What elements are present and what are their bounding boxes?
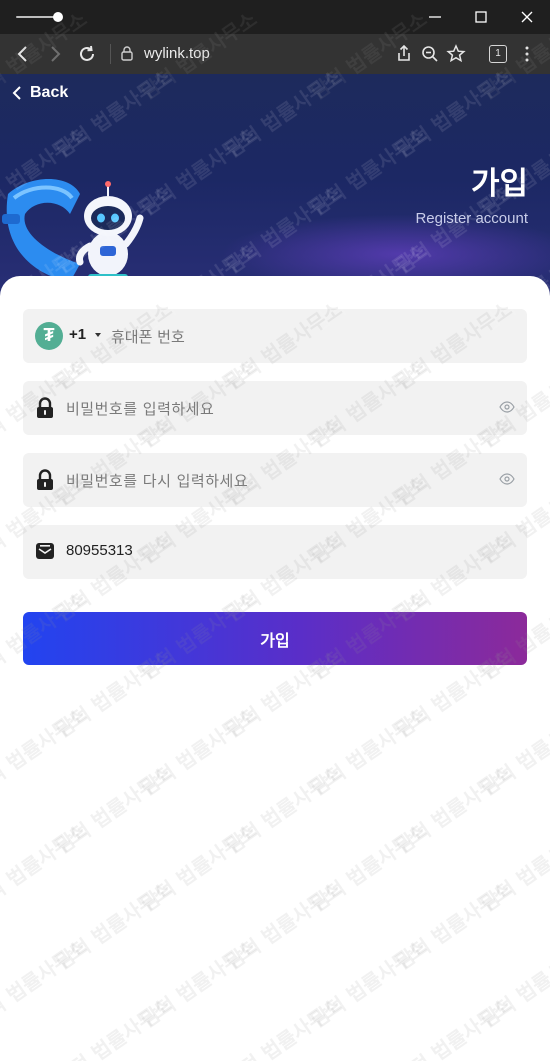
country-code-selector[interactable]: +1 <box>69 326 86 343</box>
confirm-password-field[interactable]: 비밀번호를 다시 입력하세요 <box>23 453 527 507</box>
phone-placeholder[interactable]: 휴대폰 번호 <box>111 326 185 347</box>
zoom-slider-knob[interactable] <box>53 12 63 22</box>
password-field[interactable]: 비밀번호를 입력하세요 <box>23 381 527 435</box>
hero-banner: Back 가입 Register account <box>0 74 550 306</box>
zoom-out-icon[interactable] <box>419 43 441 65</box>
invite-code-field[interactable]: 80955313 <box>23 525 527 579</box>
maximize-icon <box>475 11 487 23</box>
usdt-tether-icon[interactable]: ₮ <box>35 322 63 350</box>
zoom-slider-track[interactable] <box>16 16 58 18</box>
back-label: Back <box>30 84 69 101</box>
url-text[interactable]: wylink.top <box>144 44 210 64</box>
register-submit-button[interactable]: 가입 <box>23 612 527 665</box>
back-arrow-icon[interactable] <box>12 43 34 65</box>
caret-down-icon[interactable] <box>95 333 101 337</box>
eye-icon[interactable] <box>499 401 515 413</box>
register-form-card: ₮ +1 휴대폰 번호 비밀번호를 입력하세요 비밀번호를 다시 입력하세요 8… <box>0 276 550 1061</box>
minimize-icon <box>429 16 441 18</box>
tab-count-button[interactable]: 1 <box>489 45 507 63</box>
address-bar: wylink.top 1 <box>0 34 550 74</box>
maximize-button[interactable] <box>458 0 504 34</box>
minimize-button[interactable] <box>412 0 458 34</box>
robot-mascot-illustration <box>2 179 144 284</box>
invite-code-value[interactable]: 80955313 <box>66 542 133 559</box>
close-button[interactable] <box>504 0 550 34</box>
back-link[interactable]: Back <box>12 82 68 104</box>
padlock-icon <box>37 469 53 490</box>
more-menu-icon[interactable] <box>516 43 538 65</box>
share-icon[interactable] <box>393 43 415 65</box>
secure-lock-icon[interactable] <box>121 46 133 61</box>
reload-icon[interactable] <box>76 43 98 65</box>
phone-field[interactable]: ₮ +1 휴대폰 번호 <box>23 309 527 363</box>
chevron-left-icon <box>12 86 21 100</box>
close-icon <box>521 11 533 23</box>
mail-inbox-icon <box>36 543 54 559</box>
padlock-icon <box>37 397 53 418</box>
confirm-password-placeholder[interactable]: 비밀번호를 다시 입력하세요 <box>66 470 248 491</box>
address-separator <box>110 44 111 64</box>
eye-icon[interactable] <box>499 473 515 485</box>
page-subtitle: Register account <box>415 210 528 227</box>
password-placeholder[interactable]: 비밀번호를 입력하세요 <box>66 398 214 419</box>
favorites-star-icon[interactable] <box>445 43 467 65</box>
forward-arrow-icon[interactable] <box>44 43 66 65</box>
page-title: 가입 <box>470 166 528 202</box>
window-titlebar <box>0 0 550 34</box>
